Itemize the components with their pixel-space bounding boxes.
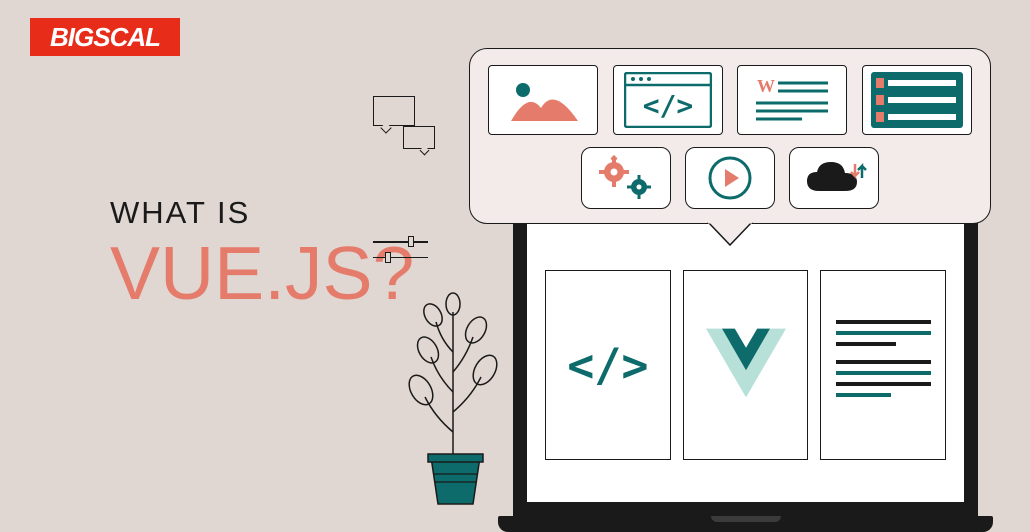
code-symbol: </> bbox=[567, 339, 648, 392]
screen-card-text bbox=[820, 270, 946, 460]
brand-logo: BIGSCAL bbox=[30, 18, 180, 56]
screen-card-code: </> bbox=[545, 270, 671, 460]
brand-logo-text: BIGSCAL bbox=[50, 22, 160, 53]
cloud-sync-icon bbox=[789, 147, 879, 209]
image-icon bbox=[488, 65, 598, 135]
toolbar-popup: </> W bbox=[469, 48, 991, 224]
svg-text:</>: </> bbox=[642, 89, 693, 122]
text-lines-icon bbox=[836, 320, 931, 410]
headline: WHAT IS VUE.JS? bbox=[110, 195, 414, 311]
plant-decoration bbox=[403, 282, 508, 512]
document-icon: W bbox=[737, 65, 847, 135]
gears-icon bbox=[581, 147, 671, 209]
svg-text:W: W bbox=[757, 76, 775, 96]
list-icon bbox=[862, 65, 972, 135]
headline-line2: VUE.JS? bbox=[110, 236, 414, 311]
play-icon bbox=[685, 147, 775, 209]
sliders-icon bbox=[373, 241, 428, 272]
vue-logo-icon bbox=[706, 328, 786, 403]
toolbar-pointer bbox=[707, 221, 753, 247]
code-window-icon: </> bbox=[613, 65, 723, 135]
screen-card-vue bbox=[683, 270, 809, 460]
laptop-base bbox=[498, 516, 993, 532]
headline-line1: WHAT IS bbox=[110, 195, 414, 231]
chat-bubbles-icon bbox=[373, 96, 415, 126]
